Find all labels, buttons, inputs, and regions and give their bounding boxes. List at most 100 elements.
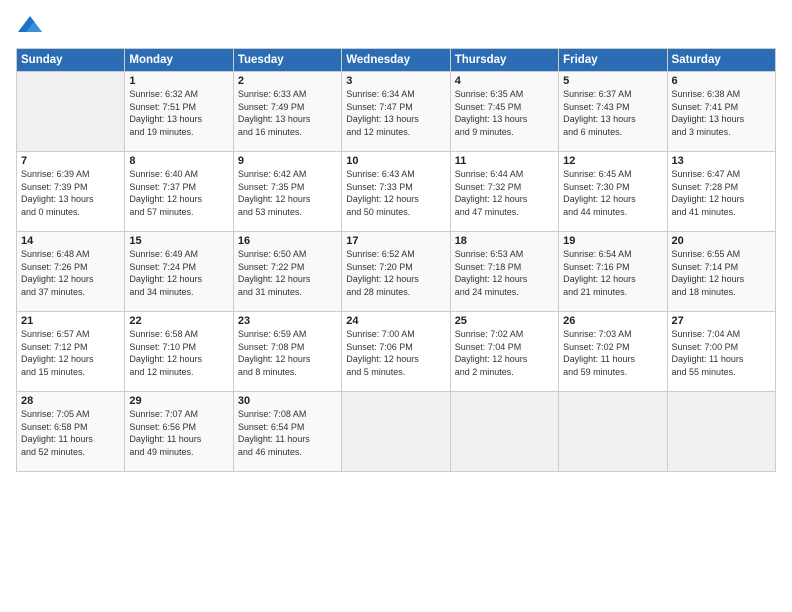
day-info: Sunrise: 7:02 AM Sunset: 7:04 PM Dayligh… [455,328,554,378]
day-number: 1 [129,75,228,87]
day-cell [559,392,667,472]
day-info: Sunrise: 6:54 AM Sunset: 7:16 PM Dayligh… [563,248,662,298]
day-cell: 27Sunrise: 7:04 AM Sunset: 7:00 PM Dayli… [667,312,775,392]
week-row-4: 21Sunrise: 6:57 AM Sunset: 7:12 PM Dayli… [17,312,776,392]
day-info: Sunrise: 6:40 AM Sunset: 7:37 PM Dayligh… [129,168,228,218]
day-cell: 15Sunrise: 6:49 AM Sunset: 7:24 PM Dayli… [125,232,233,312]
day-number: 16 [238,235,337,247]
day-header-sunday: Sunday [17,49,125,72]
day-number: 4 [455,75,554,87]
day-cell: 28Sunrise: 7:05 AM Sunset: 6:58 PM Dayli… [17,392,125,472]
day-cell: 29Sunrise: 7:07 AM Sunset: 6:56 PM Dayli… [125,392,233,472]
day-cell: 14Sunrise: 6:48 AM Sunset: 7:26 PM Dayli… [17,232,125,312]
day-number: 25 [455,315,554,327]
day-cell: 18Sunrise: 6:53 AM Sunset: 7:18 PM Dayli… [450,232,558,312]
day-cell: 11Sunrise: 6:44 AM Sunset: 7:32 PM Dayli… [450,152,558,232]
day-cell: 9Sunrise: 6:42 AM Sunset: 7:35 PM Daylig… [233,152,341,232]
day-info: Sunrise: 7:04 AM Sunset: 7:00 PM Dayligh… [672,328,771,378]
day-cell: 16Sunrise: 6:50 AM Sunset: 7:22 PM Dayli… [233,232,341,312]
day-info: Sunrise: 7:05 AM Sunset: 6:58 PM Dayligh… [21,408,120,458]
day-info: Sunrise: 6:39 AM Sunset: 7:39 PM Dayligh… [21,168,120,218]
day-number: 6 [672,75,771,87]
day-info: Sunrise: 6:57 AM Sunset: 7:12 PM Dayligh… [21,328,120,378]
day-cell: 12Sunrise: 6:45 AM Sunset: 7:30 PM Dayli… [559,152,667,232]
day-cell: 3Sunrise: 6:34 AM Sunset: 7:47 PM Daylig… [342,72,450,152]
day-number: 26 [563,315,662,327]
day-number: 5 [563,75,662,87]
week-row-2: 7Sunrise: 6:39 AM Sunset: 7:39 PM Daylig… [17,152,776,232]
day-cell: 13Sunrise: 6:47 AM Sunset: 7:28 PM Dayli… [667,152,775,232]
day-number: 13 [672,155,771,167]
day-info: Sunrise: 6:52 AM Sunset: 7:20 PM Dayligh… [346,248,445,298]
day-info: Sunrise: 7:00 AM Sunset: 7:06 PM Dayligh… [346,328,445,378]
day-number: 18 [455,235,554,247]
day-info: Sunrise: 7:08 AM Sunset: 6:54 PM Dayligh… [238,408,337,458]
day-header-tuesday: Tuesday [233,49,341,72]
day-info: Sunrise: 7:07 AM Sunset: 6:56 PM Dayligh… [129,408,228,458]
day-headers-row: SundayMondayTuesdayWednesdayThursdayFrid… [17,49,776,72]
day-number: 3 [346,75,445,87]
week-row-3: 14Sunrise: 6:48 AM Sunset: 7:26 PM Dayli… [17,232,776,312]
day-cell [450,392,558,472]
day-number: 19 [563,235,662,247]
day-number: 14 [21,235,120,247]
day-info: Sunrise: 6:34 AM Sunset: 7:47 PM Dayligh… [346,88,445,138]
day-number: 17 [346,235,445,247]
day-number: 21 [21,315,120,327]
week-row-5: 28Sunrise: 7:05 AM Sunset: 6:58 PM Dayli… [17,392,776,472]
day-info: Sunrise: 6:44 AM Sunset: 7:32 PM Dayligh… [455,168,554,218]
day-number: 20 [672,235,771,247]
day-number: 9 [238,155,337,167]
day-info: Sunrise: 6:33 AM Sunset: 7:49 PM Dayligh… [238,88,337,138]
day-number: 15 [129,235,228,247]
day-cell: 23Sunrise: 6:59 AM Sunset: 7:08 PM Dayli… [233,312,341,392]
day-number: 30 [238,395,337,407]
calendar-page: SundayMondayTuesdayWednesdayThursdayFrid… [0,0,792,612]
day-info: Sunrise: 6:35 AM Sunset: 7:45 PM Dayligh… [455,88,554,138]
day-info: Sunrise: 6:38 AM Sunset: 7:41 PM Dayligh… [672,88,771,138]
day-info: Sunrise: 6:37 AM Sunset: 7:43 PM Dayligh… [563,88,662,138]
day-cell: 7Sunrise: 6:39 AM Sunset: 7:39 PM Daylig… [17,152,125,232]
day-cell: 22Sunrise: 6:58 AM Sunset: 7:10 PM Dayli… [125,312,233,392]
day-cell: 17Sunrise: 6:52 AM Sunset: 7:20 PM Dayli… [342,232,450,312]
day-cell [17,72,125,152]
day-cell: 6Sunrise: 6:38 AM Sunset: 7:41 PM Daylig… [667,72,775,152]
day-cell: 10Sunrise: 6:43 AM Sunset: 7:33 PM Dayli… [342,152,450,232]
day-info: Sunrise: 6:59 AM Sunset: 7:08 PM Dayligh… [238,328,337,378]
day-cell: 19Sunrise: 6:54 AM Sunset: 7:16 PM Dayli… [559,232,667,312]
day-number: 28 [21,395,120,407]
day-cell: 2Sunrise: 6:33 AM Sunset: 7:49 PM Daylig… [233,72,341,152]
day-cell: 5Sunrise: 6:37 AM Sunset: 7:43 PM Daylig… [559,72,667,152]
day-number: 2 [238,75,337,87]
day-number: 24 [346,315,445,327]
day-cell: 21Sunrise: 6:57 AM Sunset: 7:12 PM Dayli… [17,312,125,392]
day-header-saturday: Saturday [667,49,775,72]
logo [16,12,46,40]
day-header-thursday: Thursday [450,49,558,72]
day-number: 10 [346,155,445,167]
day-header-wednesday: Wednesday [342,49,450,72]
day-info: Sunrise: 6:42 AM Sunset: 7:35 PM Dayligh… [238,168,337,218]
day-cell: 24Sunrise: 7:00 AM Sunset: 7:06 PM Dayli… [342,312,450,392]
day-number: 11 [455,155,554,167]
header [16,12,776,40]
day-cell [342,392,450,472]
day-cell: 8Sunrise: 6:40 AM Sunset: 7:37 PM Daylig… [125,152,233,232]
day-number: 22 [129,315,228,327]
day-info: Sunrise: 6:48 AM Sunset: 7:26 PM Dayligh… [21,248,120,298]
day-info: Sunrise: 6:50 AM Sunset: 7:22 PM Dayligh… [238,248,337,298]
day-info: Sunrise: 6:32 AM Sunset: 7:51 PM Dayligh… [129,88,228,138]
day-number: 23 [238,315,337,327]
day-header-monday: Monday [125,49,233,72]
day-info: Sunrise: 6:55 AM Sunset: 7:14 PM Dayligh… [672,248,771,298]
day-cell: 25Sunrise: 7:02 AM Sunset: 7:04 PM Dayli… [450,312,558,392]
day-info: Sunrise: 7:03 AM Sunset: 7:02 PM Dayligh… [563,328,662,378]
day-info: Sunrise: 6:58 AM Sunset: 7:10 PM Dayligh… [129,328,228,378]
day-cell: 30Sunrise: 7:08 AM Sunset: 6:54 PM Dayli… [233,392,341,472]
day-info: Sunrise: 6:45 AM Sunset: 7:30 PM Dayligh… [563,168,662,218]
day-cell: 26Sunrise: 7:03 AM Sunset: 7:02 PM Dayli… [559,312,667,392]
calendar-table: SundayMondayTuesdayWednesdayThursdayFrid… [16,48,776,472]
day-info: Sunrise: 6:43 AM Sunset: 7:33 PM Dayligh… [346,168,445,218]
day-cell: 4Sunrise: 6:35 AM Sunset: 7:45 PM Daylig… [450,72,558,152]
day-info: Sunrise: 6:53 AM Sunset: 7:18 PM Dayligh… [455,248,554,298]
